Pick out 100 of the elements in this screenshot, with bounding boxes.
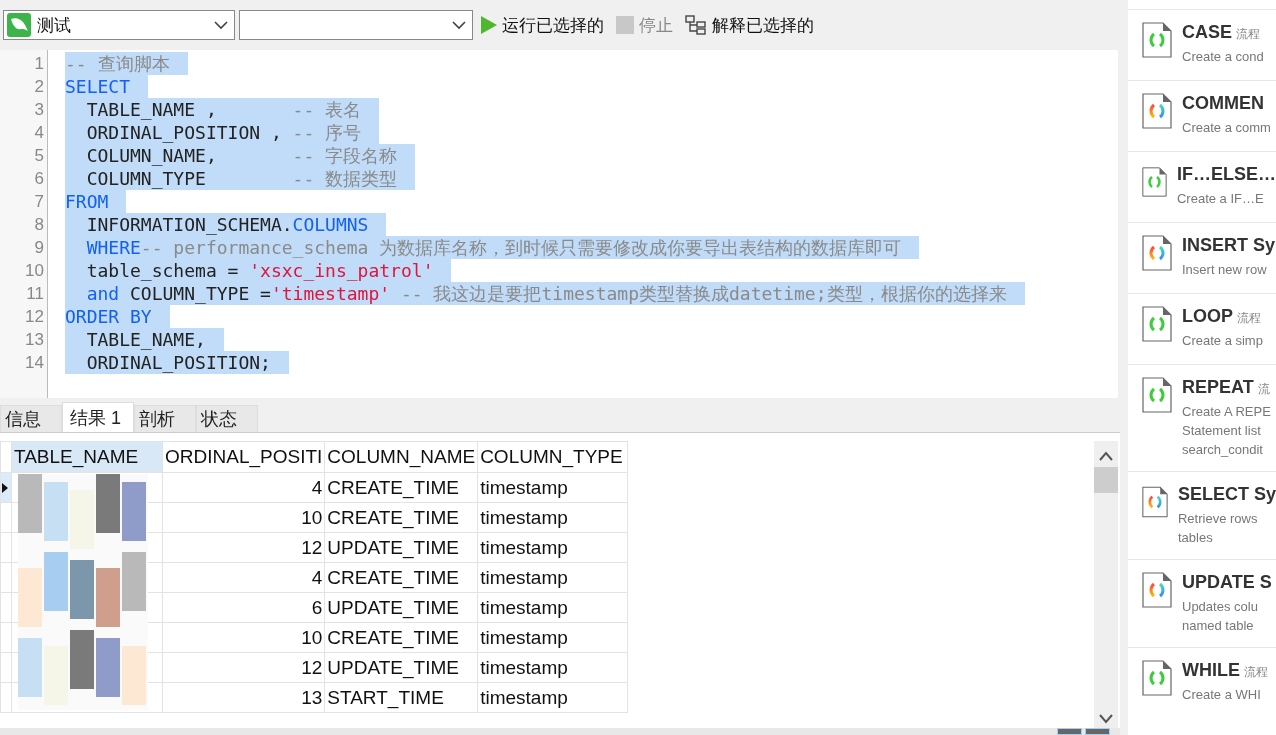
- code-file-icon: [1142, 22, 1172, 58]
- line-number: 6: [33, 168, 45, 190]
- snippet-title: LOOP: [1182, 306, 1233, 327]
- table-cell: CREATE_TIME: [324, 472, 478, 503]
- chevron-down-icon: [214, 20, 228, 30]
- table-cell: timestamp: [477, 532, 628, 563]
- table-cell: 10: [162, 622, 325, 653]
- result-tab[interactable]: 结果 1: [62, 402, 134, 432]
- line-number: 12: [24, 306, 45, 328]
- snippet-tag: 流程: [1244, 664, 1268, 681]
- result-tab[interactable]: 剖析: [134, 405, 196, 432]
- line-number: 14: [24, 352, 45, 374]
- line-number: 2: [33, 76, 45, 98]
- line-number: 5: [33, 145, 45, 167]
- table-cell: timestamp: [477, 592, 628, 623]
- snippet-description: Retrieve rows tables: [1177, 510, 1259, 547]
- line-number: 7: [33, 191, 45, 213]
- snippet-item[interactable]: IF…ELSE… Create a IF…E: [1128, 151, 1276, 222]
- chevron-down-icon: [452, 20, 466, 30]
- run-button[interactable]: 运行已选择的: [477, 11, 608, 39]
- table-cell: timestamp: [477, 682, 628, 713]
- stop-icon: [616, 16, 634, 34]
- play-icon: [481, 16, 497, 34]
- snippet-description: Create a comm: [1182, 119, 1271, 137]
- snippet-title: UPDATE S: [1182, 572, 1272, 593]
- line-number: 11: [25, 283, 45, 305]
- code-file-icon: [1142, 572, 1172, 608]
- snippet-tag: 流: [1257, 381, 1270, 398]
- snippet-item[interactable]: LOOP 流程 Create a simp: [1128, 293, 1276, 364]
- chevron-down-icon[interactable]: [1099, 714, 1113, 724]
- result-tab[interactable]: 状态: [196, 405, 258, 432]
- table-cell: timestamp: [477, 652, 628, 683]
- snippet-title: SELECT Sy: [1177, 484, 1276, 505]
- explain-button[interactable]: 解释已选择的: [681, 11, 818, 39]
- column-header[interactable]: TABLE_NAME: [11, 441, 163, 473]
- line-number: 3: [33, 99, 45, 121]
- line-number: 9: [33, 237, 45, 259]
- column-header[interactable]: COLUMN_NAME: [324, 441, 478, 473]
- table-cell: timestamp: [477, 622, 628, 653]
- code-file-icon: [1142, 306, 1172, 342]
- snippet-title: IF…ELSE…: [1177, 164, 1276, 185]
- scrollbar-thumb[interactable]: [1094, 467, 1118, 493]
- snippet-item[interactable]: CASE 流程 Create a cond: [1128, 9, 1276, 80]
- table-cell: UPDATE_TIME: [324, 592, 478, 623]
- database-dropdown[interactable]: [239, 10, 473, 40]
- snippet-title: WHILE: [1182, 660, 1240, 681]
- tree-icon: [685, 15, 707, 35]
- line-number: 8: [33, 214, 45, 236]
- code-file-icon: [1142, 164, 1167, 200]
- table-cell: 13: [162, 682, 325, 713]
- chevron-up-icon[interactable]: [1099, 451, 1113, 461]
- connection-dropdown[interactable]: 测试: [3, 10, 235, 40]
- snippet-description: Create a WHI: [1182, 686, 1262, 704]
- snippet-item[interactable]: SELECT Sy Retrieve rows tables: [1128, 471, 1276, 559]
- code-file-icon: [1142, 484, 1168, 520]
- table-cell: START_TIME: [324, 682, 478, 713]
- code-file-icon: [1142, 235, 1172, 271]
- snippet-tag: 流程: [1237, 310, 1261, 327]
- table-cell: 4: [162, 472, 325, 503]
- snippet-title: INSERT Sy: [1182, 235, 1276, 256]
- snippet-item[interactable]: INSERT Sy Insert new row: [1128, 222, 1276, 293]
- snippet-title: REPEAT: [1182, 377, 1254, 398]
- snippet-description: Create A REPE Statement list search_condit: [1182, 403, 1271, 459]
- column-header[interactable]: COLUMN_TYPE: [477, 441, 628, 473]
- table-cell: CREATE_TIME: [324, 562, 478, 593]
- snippet-title: COMMEN: [1182, 93, 1264, 114]
- line-number: 13: [24, 329, 45, 351]
- table-cell: UPDATE_TIME: [324, 652, 478, 683]
- snippet-title: CASE: [1182, 22, 1232, 43]
- table-cell: 6: [162, 592, 325, 623]
- table-cell: CREATE_TIME: [324, 622, 478, 653]
- table-cell: timestamp: [477, 502, 628, 533]
- snippet-item[interactable]: REPEAT 流 Create A REPE Statement list search_condit: [1128, 364, 1276, 471]
- line-number: 10: [24, 260, 45, 282]
- snippet-description: Insert new row: [1182, 261, 1268, 279]
- table-cell: 10: [162, 502, 325, 533]
- snippet-description: Create a cond: [1182, 48, 1264, 66]
- scrollbar[interactable]: [1094, 441, 1118, 728]
- table-cell: UPDATE_TIME: [324, 532, 478, 563]
- table-cell: CREATE_TIME: [324, 502, 478, 533]
- table-cell: 12: [162, 652, 325, 683]
- snippet-description: Create a IF…E: [1177, 190, 1265, 208]
- view-toggle-button[interactable]: [1085, 728, 1110, 735]
- column-header[interactable]: ORDINAL_POSITI: [162, 441, 325, 473]
- line-number: 4: [33, 122, 45, 144]
- table-cell: 4: [162, 562, 325, 593]
- snippet-description: Updates colu named table: [1182, 598, 1259, 635]
- code-file-icon: [1142, 377, 1172, 413]
- result-tab[interactable]: 信息: [0, 405, 62, 432]
- view-toggle-button[interactable]: [1057, 728, 1082, 735]
- snippet-item[interactable]: WHILE 流程 Create a WHI: [1128, 647, 1276, 718]
- snippet-item[interactable]: COMMEN Create a comm: [1128, 80, 1276, 151]
- snippet-tag: 流程: [1236, 26, 1260, 43]
- line-number: 1: [33, 53, 45, 75]
- table-cell: timestamp: [477, 472, 628, 503]
- code-file-icon: [1142, 93, 1172, 129]
- code-file-icon: [1142, 660, 1172, 696]
- snippet-item[interactable]: UPDATE S Updates colu named table: [1128, 559, 1276, 647]
- snippet-description: Create a simp: [1182, 332, 1263, 350]
- table-cell: timestamp: [477, 562, 628, 593]
